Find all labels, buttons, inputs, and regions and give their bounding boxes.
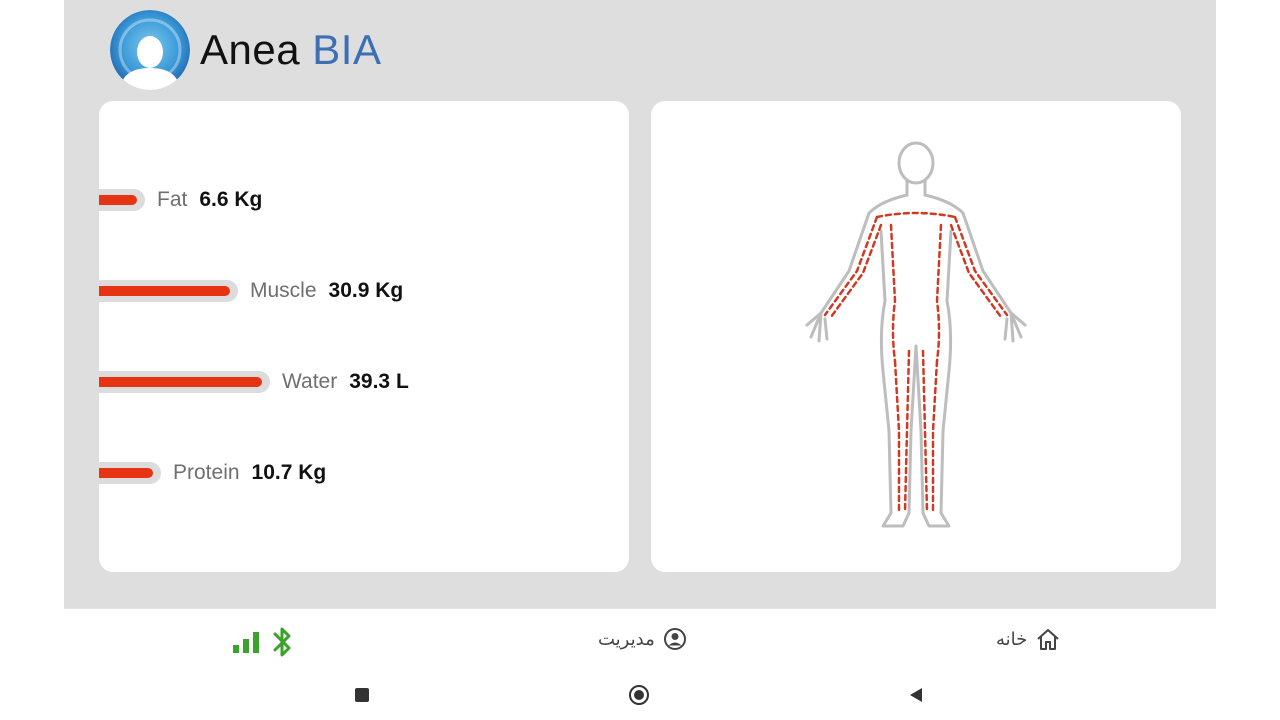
nav-manage[interactable]: مدیریت — [598, 627, 687, 651]
square-icon — [355, 688, 369, 702]
circle-icon — [629, 685, 649, 705]
nav-manage-label: مدیریت — [598, 628, 655, 649]
fat-value: 6.6 Kg — [199, 188, 263, 211]
protein-bar-track — [99, 462, 161, 484]
app-logo-icon — [110, 10, 190, 90]
water-bar-fill — [99, 377, 262, 387]
app-header: Anea BIA — [110, 10, 381, 90]
metric-fat: Fat 6.6 Kg — [99, 187, 262, 213]
bottom-navigation: مدیریت خانه — [64, 608, 1216, 670]
metric-protein: Protein 10.7 Kg — [99, 460, 326, 486]
body-diagram-card — [651, 101, 1181, 572]
water-value: 39.3 L — [349, 370, 409, 393]
metrics-card: Fat 6.6 Kg Muscle 30.9 Kg Water 39.3 L P… — [99, 101, 629, 572]
back-button[interactable] — [905, 684, 927, 706]
nav-home[interactable]: خانه — [996, 627, 1061, 651]
metric-water: Water 39.3 L — [99, 369, 409, 395]
nav-home-label: خانه — [996, 628, 1028, 649]
fat-label: Fat — [157, 188, 188, 211]
bluetooth-icon — [273, 627, 291, 657]
metric-muscle: Muscle 30.9 Kg — [99, 278, 403, 304]
muscle-bar-track — [99, 280, 238, 302]
recents-button[interactable] — [351, 684, 373, 706]
muscle-bar-fill — [99, 286, 230, 296]
protein-bar-fill — [99, 468, 153, 478]
protein-label: Protein — [173, 461, 240, 484]
user-circle-icon — [663, 628, 686, 650]
app-title-main: Anea — [200, 26, 301, 73]
muscle-label: Muscle — [250, 279, 317, 302]
app-title-accent: BIA — [312, 26, 382, 73]
fat-bar-fill — [99, 195, 137, 205]
system-home-button[interactable] — [628, 684, 650, 706]
app-title: Anea BIA — [200, 26, 381, 74]
muscle-value: 30.9 Kg — [328, 279, 404, 302]
app-main-area: Anea BIA Fat 6.6 Kg Muscle 30.9 Kg Water… — [64, 0, 1216, 608]
water-label: Water — [282, 370, 338, 393]
connection-status[interactable] — [232, 625, 296, 659]
system-navigation-bar — [0, 670, 1280, 720]
signal-bars-icon — [233, 632, 259, 653]
home-icon — [1037, 629, 1059, 650]
water-bar-track — [99, 371, 270, 393]
triangle-back-icon — [910, 688, 922, 702]
fat-bar-track — [99, 189, 145, 211]
body-figure-icon — [805, 141, 1027, 528]
protein-value: 10.7 Kg — [251, 461, 327, 484]
